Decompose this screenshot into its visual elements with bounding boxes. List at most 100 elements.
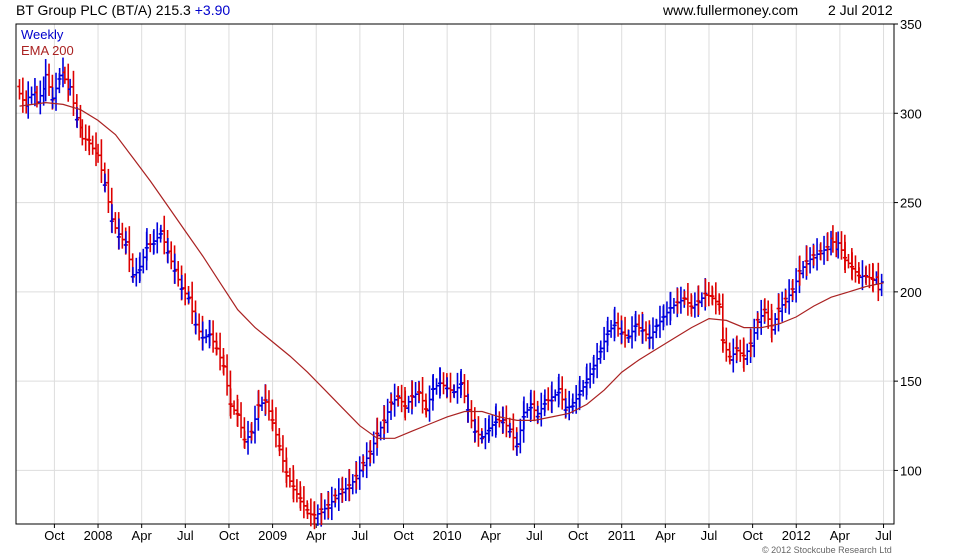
price-bar [277,437,282,457]
x-tick-label: Jul [352,528,369,543]
price-bar [99,139,104,183]
legend-ema: EMA 200 [21,43,74,58]
y-tick-label: 350 [900,17,922,32]
price-bar [786,279,792,315]
price-bar [127,226,132,273]
price-bar [238,402,244,438]
legend-weekly: Weekly [21,27,64,42]
price-bar [207,320,212,347]
price-bar [779,291,785,322]
price-bar [629,316,635,349]
price-bar [333,489,338,503]
price-bar [196,313,202,341]
price-bar [539,392,544,427]
price-bar [83,124,88,151]
price-bar [193,312,198,335]
price-bar [497,411,502,428]
price-bar [406,395,411,413]
price-bar [668,291,673,321]
price-bar [622,316,628,348]
x-tick-label: Jul [701,528,718,543]
x-tick-label: 2009 [258,528,287,543]
x-tick-label: 2012 [782,528,811,543]
price-bar [713,282,719,315]
price-bar [252,405,258,444]
price-bar [162,215,167,255]
price-bar [444,377,450,398]
price-bar [294,479,300,503]
price-bar [745,343,750,366]
price-bar [476,416,481,447]
y-axis: 100 150 200 250 300 350 [894,17,922,478]
chart-grid [16,23,894,524]
price-bar [765,300,771,329]
price-bar [800,261,806,279]
x-axis: Oct 2008 Apr Jul Oct 2009 Apr Jul Oct 2010 Apr Jul O… [44,524,892,543]
price-bar [245,420,251,455]
x-tick-label: Jul [177,528,194,543]
y-tick-label: 200 [900,285,922,300]
x-tick-label: Oct [742,528,763,543]
price-bar [518,418,523,454]
price-bar [113,212,118,234]
price-bar [462,374,467,404]
price-bar [57,68,62,85]
price-bar [647,324,652,349]
price-bar [273,407,279,448]
price-bar [231,400,237,415]
weekly-bars [17,57,884,530]
price-bar [256,389,261,418]
x-tick-label: 2010 [433,528,462,543]
price-bar [148,233,153,253]
x-tick-label: Oct [568,528,589,543]
price-bar [266,390,272,421]
price-bar [601,326,607,361]
price-bar [20,77,26,113]
x-tick-label: Apr [830,528,851,543]
price-bar [598,340,603,358]
x-tick-label: Apr [306,528,327,543]
price-bar [169,241,174,270]
x-tick-label: Jul [875,528,892,543]
price-bar [364,442,369,479]
price-bar [469,400,474,429]
price-bar [38,80,43,115]
price-bar [308,498,314,527]
price-bar [189,281,195,324]
price-bar [329,486,335,521]
price-bar [301,486,307,519]
price-bar [727,351,733,365]
price-bar [465,393,471,423]
price-bar [685,282,691,316]
x-tick-label: 2008 [84,528,113,543]
x-tick-label: Oct [44,528,65,543]
price-bar [385,398,390,433]
x-tick-label: Oct [219,528,240,543]
price-bar [420,376,425,414]
price-bar [378,421,383,441]
y-tick-label: 250 [900,196,922,211]
price-bar [106,168,111,213]
x-tick-label: Apr [655,528,676,543]
y-tick-label: 150 [900,374,922,389]
price-bar [235,399,240,427]
plot-frame [15,23,895,525]
price-bar [853,255,858,283]
price-bar [427,385,432,422]
price-bar [636,314,642,336]
price-bar [280,435,286,473]
y-tick-label: 300 [900,106,922,121]
price-bar [357,456,362,490]
price-bar [158,224,164,239]
price-bar [441,372,446,395]
price-bar [200,321,205,351]
price-bar [699,292,705,308]
price-bar [594,342,600,379]
price-bar [90,135,95,155]
copyright-note: © 2012 Stockcube Research Ltd [762,545,892,555]
price-bar [472,418,478,442]
x-tick-label: Apr [132,528,153,543]
price-bar [696,285,701,315]
x-tick-label: Apr [481,528,502,543]
price-bar [46,63,52,96]
